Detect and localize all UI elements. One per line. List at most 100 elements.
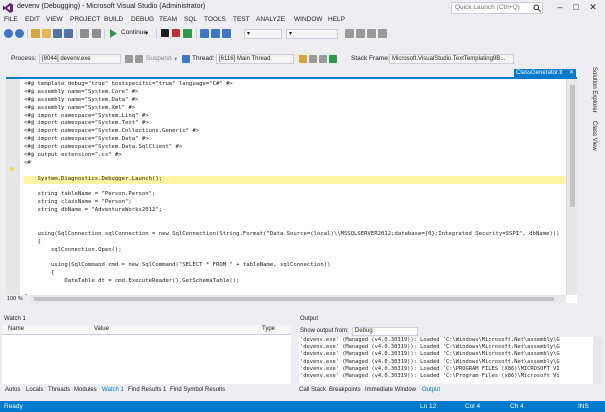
tab-find-symbol-results[interactable]: Find Symbol Results xyxy=(170,387,225,393)
code-line[interactable]: <#@ assembly name="System.Core" #> xyxy=(24,89,566,97)
close-icon[interactable]: ✕ xyxy=(586,2,600,14)
menu-item-team[interactable]: TEAM xyxy=(159,16,177,23)
break-all-icon[interactable] xyxy=(161,29,169,37)
menu-item-help[interactable]: HELP xyxy=(328,16,345,23)
code-line[interactable]: { xyxy=(24,270,566,278)
editor-vertical-scrollbar[interactable] xyxy=(566,79,577,295)
stop-debugging-icon[interactable] xyxy=(172,29,180,37)
menu-item-tools[interactable]: TOOLS xyxy=(204,16,226,23)
show-flagged-icon[interactable] xyxy=(309,55,317,63)
code-line[interactable]: DataTable dt = cmd.ExecuteReader().GetSc… xyxy=(24,278,566,286)
toolbox-icon[interactable] xyxy=(378,29,387,38)
process-combo[interactable]: [8044] devenv.exe xyxy=(39,54,121,64)
menu-item-file[interactable]: FILE xyxy=(4,16,18,23)
menu-item-view[interactable]: VIEW xyxy=(46,16,63,23)
save-all-icon[interactable] xyxy=(64,29,73,38)
output-vertical-scrollbar[interactable] xyxy=(593,337,602,384)
code-line[interactable]: string tableName = "Person.Person"; xyxy=(24,191,566,199)
back-icon[interactable] xyxy=(4,29,13,38)
stack-frame-combo[interactable]: Microsoft.VisualStudio.TextTemplating9B.… xyxy=(389,54,514,64)
code-line[interactable]: <#@ import namespace="System.Linq" #> xyxy=(24,113,566,121)
find-icon[interactable] xyxy=(345,29,354,38)
code-line[interactable]: sqlConnection.Open(); xyxy=(24,247,566,255)
code-line[interactable]: <#@ template debug="true" hostspecific="… xyxy=(24,81,566,89)
watch-grid[interactable] xyxy=(2,335,291,384)
editor-horizontal-scrollbar[interactable] xyxy=(30,295,566,303)
menu-item-build[interactable]: BUILD xyxy=(104,16,123,23)
tab-locals[interactable]: Locals xyxy=(26,387,43,393)
code-line[interactable] xyxy=(24,184,566,192)
code-text[interactable]: <#@ template debug="true" hostspecific="… xyxy=(24,81,566,295)
menu-item-debug[interactable]: DEBUG xyxy=(131,16,154,23)
code-line[interactable]: using(SqlConnection sqlConnection = new … xyxy=(24,231,566,239)
code-line[interactable]: <#@ assembly name="System.Data" #> xyxy=(24,97,566,105)
code-line[interactable]: <#@ import namespace="System.Data" #> xyxy=(24,136,566,144)
code-line[interactable]: <#@ output extension=".cs" #> xyxy=(24,152,566,160)
scrollbar-thumb[interactable] xyxy=(570,85,575,207)
code-line[interactable] xyxy=(24,223,566,231)
menu-item-window[interactable]: WINDOW xyxy=(294,16,323,23)
redo-icon[interactable] xyxy=(92,29,101,38)
tab-call-stack[interactable]: Call Stack xyxy=(299,387,326,393)
tab-threads[interactable]: Threads xyxy=(48,387,70,393)
minimize-icon[interactable]: – xyxy=(553,2,567,14)
tab-solution-explorer[interactable]: Solution Explorer xyxy=(591,67,597,113)
menu-item-sql[interactable]: SQL xyxy=(184,16,197,23)
open-file-icon[interactable] xyxy=(42,29,51,38)
properties-icon[interactable] xyxy=(367,29,376,38)
step-over-icon[interactable] xyxy=(211,29,220,38)
code-line[interactable]: string className = "Person"; xyxy=(24,199,566,207)
code-line[interactable]: <#@ import namespace="System.Collections… xyxy=(24,128,566,136)
menu-item-test[interactable]: TEST xyxy=(233,16,250,23)
code-line[interactable]: <#@ assembly name="System.Xml" #> xyxy=(24,105,566,113)
suspend-icon[interactable] xyxy=(135,55,143,63)
tab-watch-1[interactable]: Watch 1 xyxy=(102,387,124,393)
scrollbar-thumb[interactable] xyxy=(34,297,554,301)
solution-explorer-icon[interactable] xyxy=(356,29,365,38)
code-line[interactable] xyxy=(24,286,566,294)
forward-icon[interactable] xyxy=(15,29,24,38)
code-line[interactable]: string dbName = "AdventureWorks2012"; xyxy=(24,207,566,215)
search-icon[interactable] xyxy=(533,4,541,12)
new-project-icon[interactable] xyxy=(31,29,40,38)
step-into-icon[interactable] xyxy=(200,29,209,38)
code-editor[interactable]: <#@ template debug="true" hostspecific="… xyxy=(6,79,577,303)
indicator-margin[interactable] xyxy=(6,79,20,303)
zoom-combo[interactable]: 100 % xyxy=(6,295,30,303)
restart-icon[interactable] xyxy=(183,29,192,38)
code-line[interactable] xyxy=(24,215,566,223)
quick-launch-input[interactable]: Quick Launch (Ctrl+Q) xyxy=(451,2,543,14)
lifecycle-events-icon[interactable] xyxy=(125,55,133,63)
tab-immediate-window[interactable]: Immediate Window xyxy=(365,387,416,393)
tab-autos[interactable]: Autos xyxy=(5,387,20,393)
continue-icon[interactable] xyxy=(109,29,118,38)
code-line[interactable]: System.Diagnostics.Debugger.Launch(); xyxy=(24,175,566,184)
output-text[interactable]: 'devenv.exe' (Managed (v4.0.30319)): Loa… xyxy=(299,337,593,384)
code-line[interactable] xyxy=(24,255,566,263)
save-icon[interactable] xyxy=(53,29,62,38)
code-line[interactable]: { xyxy=(24,239,566,247)
menu-item-analyze[interactable]: ANALYZE xyxy=(256,16,285,23)
solution-config-combo[interactable]: ▾ xyxy=(244,29,282,39)
tab-find-results-1[interactable]: Find Results 1 xyxy=(128,387,166,393)
code-line[interactable]: <#@ import namespace="System.Data.SqlCli… xyxy=(24,144,566,152)
column-header-type[interactable]: Type xyxy=(262,325,275,334)
platform-combo[interactable]: ▾ xyxy=(286,29,338,39)
menu-item-project[interactable]: PROJECT xyxy=(70,16,100,23)
tab-modules[interactable]: Modules xyxy=(74,387,97,393)
code-line[interactable] xyxy=(24,168,566,176)
tab-class-view[interactable]: Class View xyxy=(591,121,597,151)
column-header-name[interactable]: Name xyxy=(8,325,24,334)
menu-item-edit[interactable]: EDIT xyxy=(25,16,40,23)
flag-thread-icon[interactable] xyxy=(299,55,307,63)
code-line[interactable]: <# xyxy=(24,160,566,168)
column-header-value[interactable]: Value xyxy=(94,325,109,334)
code-line[interactable]: using(SqlCommand cmd = new SqlCommand("S… xyxy=(24,262,566,270)
code-line[interactable]: <#@ import namespace="System.Text" #> xyxy=(24,120,566,128)
step-out-icon[interactable] xyxy=(222,29,231,38)
parallel-stacks-icon[interactable] xyxy=(329,55,337,63)
undo-icon[interactable] xyxy=(80,29,89,38)
output-source-combo[interactable]: Debug xyxy=(352,327,418,336)
tab-output[interactable]: Output xyxy=(422,387,440,393)
maximize-icon[interactable]: □ xyxy=(569,2,583,14)
